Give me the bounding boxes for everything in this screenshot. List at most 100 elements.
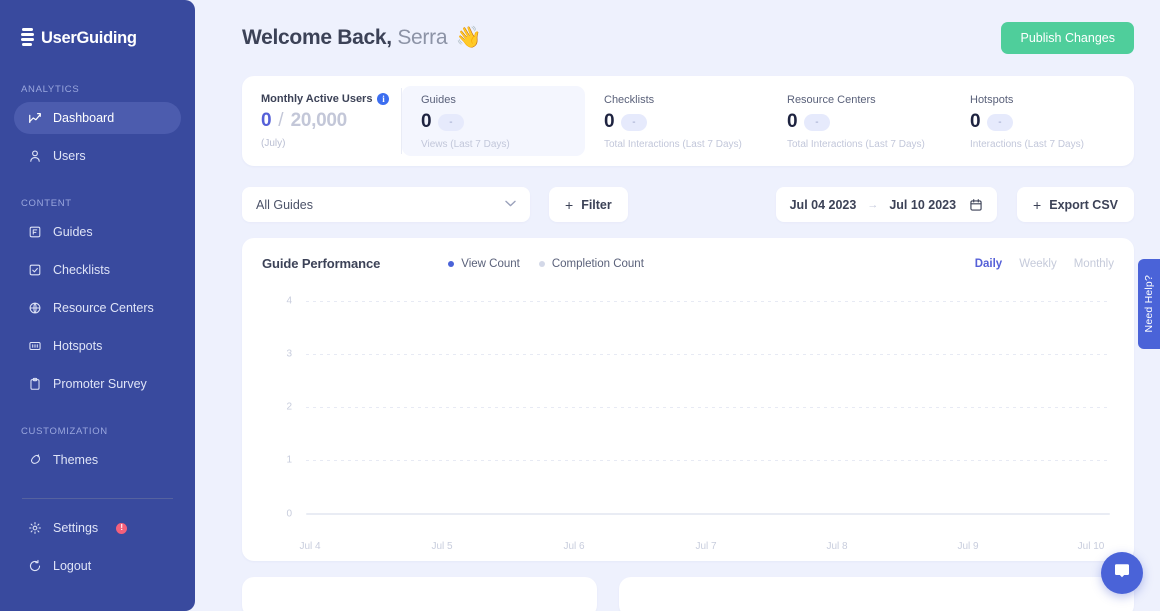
wave-emoji-icon: 👋 xyxy=(455,26,482,49)
stat-card-hotspots[interactable]: Hotspots 0 - Interactions (Last 7 Days) xyxy=(951,86,1134,156)
chart-gridline xyxy=(306,354,1110,355)
stat-title: Hotspots xyxy=(970,94,1014,106)
sidebar-item-dashboard[interactable]: Dashboard xyxy=(14,102,181,134)
x-axis-tick: Jul 7 xyxy=(695,541,717,552)
granularity-daily[interactable]: Daily xyxy=(975,258,1003,270)
sidebar-item-themes[interactable]: Themes xyxy=(14,444,181,476)
stat-value: 0 xyxy=(604,111,615,132)
chart-title: Guide Performance xyxy=(262,256,381,271)
stat-value: 0 xyxy=(261,110,272,131)
bottom-card-right[interactable] xyxy=(619,577,1134,611)
publish-changes-button[interactable]: Publish Changes xyxy=(1001,22,1134,54)
sidebar-item-guides[interactable]: Guides xyxy=(14,216,181,248)
date-range-picker[interactable]: Jul 04 2023 → Jul 10 2023 xyxy=(775,187,998,222)
stat-card-checklists[interactable]: Checklists 0 - Total Interactions (Last … xyxy=(585,86,768,156)
sidebar-item-label: Checklists xyxy=(53,262,110,277)
stat-subtitle: Interactions (Last 7 Days) xyxy=(970,139,1084,150)
stat-card-monthly-active-users: Monthly Active Users i 0 / 20,000 (July) xyxy=(242,76,402,166)
stat-value-group: 0 - xyxy=(787,111,951,133)
y-axis-tick: 1 xyxy=(286,454,292,466)
granularity-monthly[interactable]: Monthly xyxy=(1074,258,1114,270)
need-help-tab[interactable]: Need Help? xyxy=(1138,259,1160,349)
logout-icon xyxy=(27,559,42,574)
stat-card-resource-centers[interactable]: Resource Centers 0 - Total Interactions … xyxy=(768,86,951,156)
chart-gridline xyxy=(306,460,1110,461)
export-csv-button[interactable]: + Export CSV xyxy=(1017,187,1134,222)
stat-value-group: 0 / 20,000 xyxy=(261,110,402,132)
sidebar-item-hotspots[interactable]: Hotspots xyxy=(14,330,181,362)
plus-icon: + xyxy=(565,196,574,213)
sidebar-item-checklists[interactable]: Checklists xyxy=(14,254,181,286)
stat-title: Guides xyxy=(421,94,456,106)
chart-legend: View Count Completion Count xyxy=(448,258,644,270)
guide-select[interactable]: All Guides xyxy=(242,187,530,222)
sidebar-item-logout[interactable]: Logout xyxy=(14,550,181,582)
themes-icon xyxy=(27,453,42,468)
stat-title: Monthly Active Users i xyxy=(261,93,402,105)
userguiding-logo-icon xyxy=(20,28,34,48)
bottom-card-left[interactable] xyxy=(242,577,597,611)
guide-performance-chart-card: Guide Performance View Count Completion … xyxy=(242,238,1134,561)
legend-label: Completion Count xyxy=(551,257,644,270)
chat-bubble-button[interactable] xyxy=(1101,552,1143,594)
legend-dot-completion-count xyxy=(538,260,545,267)
sidebar-item-users[interactable]: Users xyxy=(14,140,181,172)
checklist-icon xyxy=(27,263,42,278)
x-axis-tick: Jul 10 xyxy=(1077,541,1105,552)
stats-card-row: Monthly Active Users i 0 / 20,000 (July)… xyxy=(242,76,1134,166)
x-axis-tick: Jul 9 xyxy=(957,541,979,552)
sidebar-item-settings[interactable]: Settings ! xyxy=(14,512,181,544)
legend-item-view-count[interactable]: View Count xyxy=(448,258,520,270)
stat-title: Resource Centers xyxy=(787,94,876,106)
stat-value-group: 0 - xyxy=(604,111,768,133)
info-icon[interactable]: i xyxy=(377,93,390,105)
sidebar-item-label: Dashboard xyxy=(53,110,115,125)
chart-plot-area: 4 3 2 1 0 Jul 4 Jul 5 Jul 6 Jul 7 Jul 8 … xyxy=(262,283,1114,552)
chevron-down-icon xyxy=(505,199,516,210)
stat-value-separator: / xyxy=(278,110,284,131)
stat-title-label: Monthly Active Users xyxy=(261,93,373,105)
stat-value-group: 0 - xyxy=(421,111,585,133)
brand-name: UserGuiding xyxy=(41,28,137,47)
stat-change-chip: - xyxy=(987,113,1013,131)
stat-change-chip: - xyxy=(438,113,464,131)
y-axis-tick: 2 xyxy=(286,401,292,413)
calendar-icon xyxy=(969,198,983,212)
greeting-text: Welcome Back, xyxy=(242,26,392,49)
settings-alert-badge: ! xyxy=(116,522,128,534)
sidebar-item-label: Resource Centers xyxy=(53,300,154,315)
date-range-start: Jul 04 2023 xyxy=(789,197,857,212)
chart-line-icon xyxy=(27,111,42,126)
chart-gridline xyxy=(306,407,1110,408)
sidebar-item-label: Settings xyxy=(53,520,99,535)
page-title: Welcome Back, Serra 👋 xyxy=(242,26,482,50)
stat-subtitle: Total Interactions (Last 7 Days) xyxy=(787,139,925,150)
arrow-right-icon: → xyxy=(867,198,879,211)
brand-logo[interactable]: UserGuiding xyxy=(0,18,195,54)
sidebar-item-promoter-survey[interactable]: Promoter Survey xyxy=(14,368,181,400)
page-header: Welcome Back, Serra 👋 Publish Changes xyxy=(242,0,1134,76)
sidebar-item-label: Users xyxy=(53,148,86,163)
stat-value: 0 xyxy=(970,111,981,132)
filter-button[interactable]: + Filter xyxy=(549,187,628,222)
stat-value-group: 0 - xyxy=(970,111,1134,133)
guide-select-value: All Guides xyxy=(256,197,313,212)
sidebar-item-label: Logout xyxy=(53,558,92,573)
sidebar-item-resource-centers[interactable]: Resource Centers xyxy=(14,292,181,324)
x-axis-tick: Jul 4 xyxy=(299,541,321,552)
stat-value: 0 xyxy=(421,111,432,132)
x-axis-tick: Jul 8 xyxy=(826,541,848,552)
x-axis-tick: Jul 5 xyxy=(431,541,453,552)
legend-item-completion-count[interactable]: Completion Count xyxy=(538,257,644,270)
user-name: Serra xyxy=(397,26,448,49)
guides-icon xyxy=(27,225,42,240)
stat-card-guides[interactable]: Guides 0 - Views (Last 7 Days) xyxy=(402,86,585,156)
y-axis-tick: 3 xyxy=(286,348,292,360)
granularity-weekly[interactable]: Weekly xyxy=(1019,258,1057,270)
clipboard-icon xyxy=(27,377,42,392)
stat-change-chip: - xyxy=(621,113,647,131)
stat-value: 0 xyxy=(787,111,798,132)
resource-center-icon xyxy=(27,301,42,316)
main-content: Welcome Back, Serra 👋 Publish Changes Mo… xyxy=(195,0,1160,611)
need-help-label: Need Help? xyxy=(1143,275,1155,333)
